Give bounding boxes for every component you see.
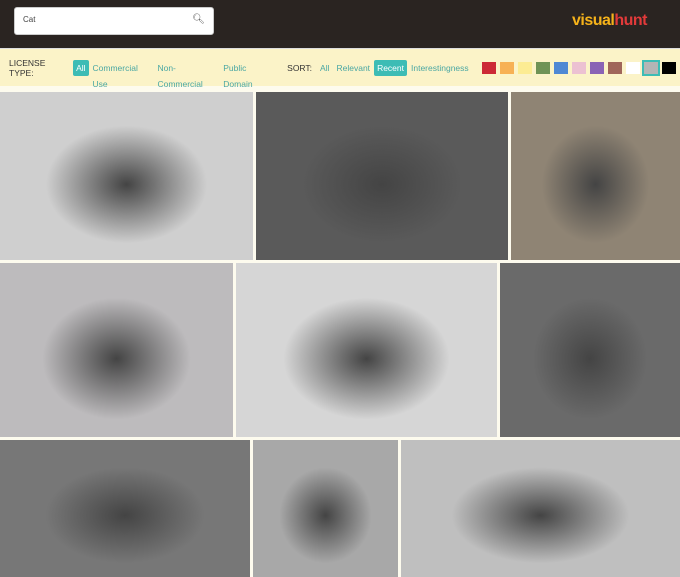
sort-option-interestingness[interactable]: Interestingness (408, 60, 472, 76)
logo[interactable]: visualhunt (572, 12, 648, 30)
color-swatch[interactable] (626, 62, 641, 74)
photo-thumbnail[interactable] (0, 263, 233, 437)
sort-option-relevant[interactable]: Relevant (334, 60, 374, 76)
sort-option-recent[interactable]: Recent (374, 60, 407, 76)
search-input[interactable] (23, 15, 183, 24)
photo-thumbnail[interactable] (256, 92, 508, 260)
photo-thumbnail[interactable] (253, 440, 398, 577)
color-swatch[interactable] (572, 62, 587, 74)
license-option-commercial-use[interactable]: Commercial Use (90, 60, 154, 89)
license-option-public-domain[interactable]: Public Domain (220, 60, 277, 89)
sort-option-all[interactable]: All (317, 60, 332, 76)
photo-thumbnail[interactable] (500, 263, 680, 437)
search-box[interactable]: 🔍︎ (14, 7, 214, 35)
color-swatch[interactable] (536, 62, 551, 74)
license-option-all[interactable]: All (73, 60, 89, 76)
photo-thumbnail[interactable] (0, 92, 253, 260)
logo-part2: hunt (614, 12, 648, 29)
license-type-label: LICENSE TYPE: (9, 58, 46, 78)
color-swatch[interactable] (590, 62, 605, 74)
photo-thumbnail[interactable] (401, 440, 680, 577)
color-swatch[interactable] (482, 62, 497, 74)
photo-thumbnail[interactable] (236, 263, 497, 437)
photo-thumbnail[interactable] (511, 92, 680, 260)
logo-part1: visual (572, 12, 615, 29)
filter-bar: LICENSE TYPE: All Commercial Use Non-Comme… (0, 48, 680, 89)
color-swatch[interactable] (554, 62, 569, 74)
license-option-non-commercial[interactable]: Non-Commercial (154, 60, 219, 89)
color-swatch[interactable] (500, 62, 515, 74)
color-swatch[interactable] (642, 60, 661, 76)
header: 🔍︎ visualhunt (0, 0, 680, 48)
color-swatch[interactable] (608, 62, 623, 74)
color-swatch[interactable] (518, 62, 533, 74)
photo-thumbnail[interactable] (0, 440, 250, 577)
sort-label: SORT: (287, 63, 313, 73)
search-icon[interactable]: 🔍︎ (192, 14, 205, 25)
color-swatch[interactable] (662, 62, 677, 74)
